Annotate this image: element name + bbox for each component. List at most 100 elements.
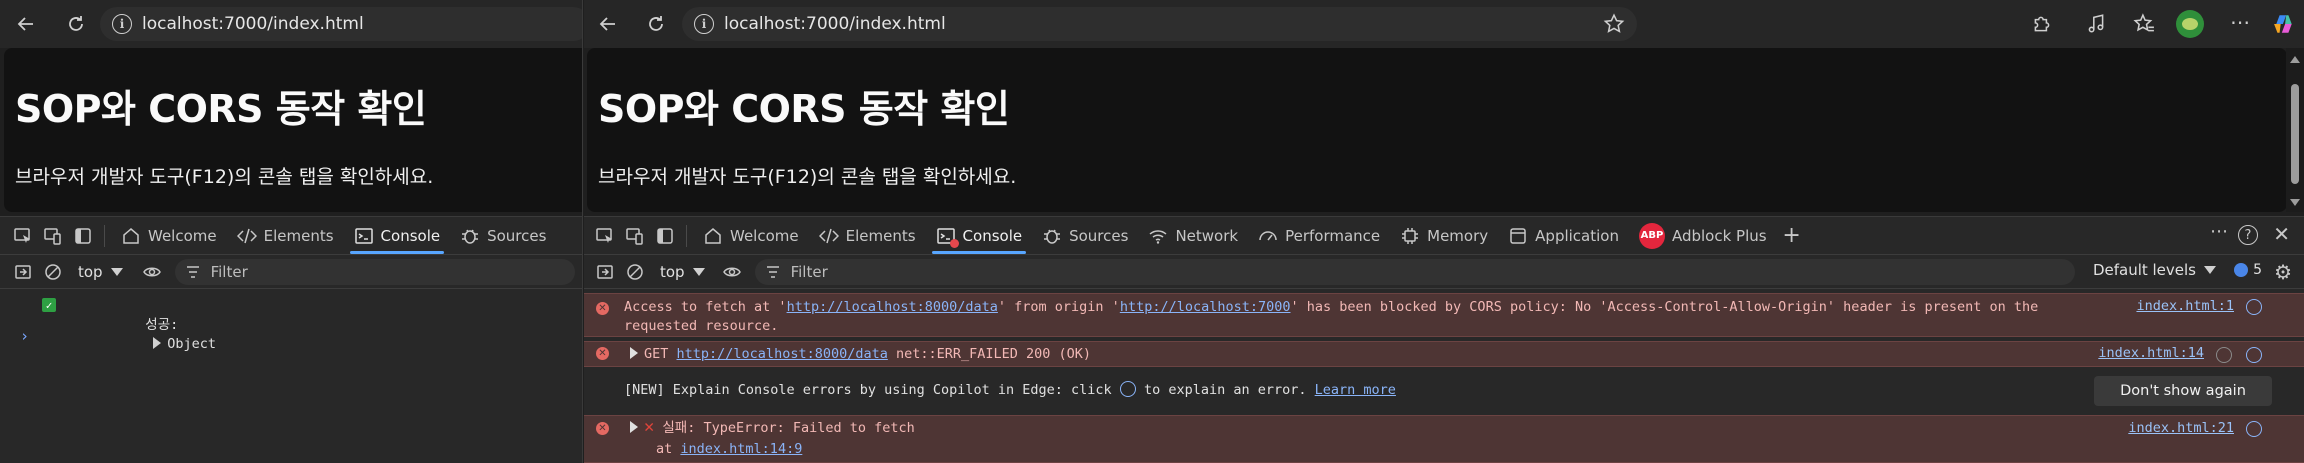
context-selector[interactable]: top xyxy=(654,260,711,284)
origin-url-link[interactable]: http://localhost:7000 xyxy=(1120,299,1291,315)
page-heading: SOP와 CORS 동작 확인 xyxy=(15,87,427,131)
live-expression-button[interactable] xyxy=(137,257,167,287)
clear-console-button[interactable] xyxy=(38,257,68,287)
chip-icon xyxy=(1402,227,1419,244)
expand-triangle-icon[interactable] xyxy=(153,337,162,349)
chevron-down-icon xyxy=(2204,266,2216,274)
profile-avatar[interactable] xyxy=(2176,10,2204,38)
page-scrollbar[interactable] xyxy=(2286,48,2304,212)
tab-label: Adblock Plus xyxy=(1671,226,1767,245)
tab-welcome[interactable]: Welcome xyxy=(693,217,809,255)
tab-memory[interactable]: Memory xyxy=(1390,217,1498,255)
source-link[interactable]: index.html:21 xyxy=(2128,420,2234,436)
close-devtools-button[interactable]: ✕ xyxy=(2273,222,2290,246)
issues-icon xyxy=(2234,263,2249,277)
back-button[interactable] xyxy=(8,6,44,42)
refresh-icon xyxy=(69,16,83,31)
chevron-down-icon xyxy=(110,267,123,276)
address-bar[interactable]: i localhost:7000/index.html xyxy=(682,7,1637,41)
device-icon xyxy=(626,227,643,245)
learn-more-link[interactable]: Learn more xyxy=(1315,382,1396,398)
dock-button[interactable] xyxy=(68,221,98,251)
filter-placeholder: Filter xyxy=(790,262,828,281)
copilot-explain-icon[interactable] xyxy=(2246,299,2262,315)
ellipsis-icon: ⋯ xyxy=(2230,10,2250,34)
refresh-button[interactable] xyxy=(58,6,94,42)
expand-triangle-icon[interactable] xyxy=(630,347,638,359)
stack-frame-link[interactable]: index.html:14:9 xyxy=(680,441,802,457)
favorites-button[interactable] xyxy=(2132,12,2156,36)
tab-sources[interactable]: Sources xyxy=(1032,217,1138,255)
tab-network[interactable]: Network xyxy=(1138,217,1248,255)
issues-counter[interactable]: 5 xyxy=(2234,262,2262,278)
dont-show-again-button[interactable]: Don't show again xyxy=(2094,376,2272,406)
console-sidebar-button[interactable] xyxy=(590,257,620,287)
refresh-button[interactable] xyxy=(638,6,674,42)
browser-window-left: i localhost:7000/index.html SOP와 CORS 동작… xyxy=(0,0,583,463)
scroll-down-icon[interactable] xyxy=(2290,199,2300,206)
copilot-explain-icon[interactable] xyxy=(2246,421,2262,437)
copilot-explain-icon[interactable] xyxy=(2246,347,2262,363)
tab-performance[interactable]: Performance xyxy=(1248,217,1390,255)
scroll-thumb[interactable] xyxy=(2291,84,2299,184)
console-sidebar-button[interactable] xyxy=(8,257,38,287)
request-url-link[interactable]: http://localhost:8000/data xyxy=(677,346,888,362)
console-settings-button[interactable]: ⚙ xyxy=(2274,260,2292,284)
media-button[interactable] xyxy=(2084,12,2108,36)
tab-console[interactable]: Console xyxy=(344,217,451,255)
console-prompt-icon[interactable]: › xyxy=(20,327,29,345)
tab-elements[interactable]: Elements xyxy=(809,217,926,255)
filter-input[interactable]: Filter xyxy=(754,258,2075,285)
more-menu-button[interactable]: ⋯ xyxy=(2228,10,2252,34)
source-link[interactable]: index.html:1 xyxy=(2136,298,2234,314)
tab-elements[interactable]: Elements xyxy=(227,217,344,255)
console-icon-wrap xyxy=(936,226,959,248)
tab-sources[interactable]: Sources xyxy=(450,217,556,255)
clear-console-button[interactable] xyxy=(620,257,650,287)
filter-input[interactable]: Filter xyxy=(174,258,575,285)
address-text: localhost:7000/index.html xyxy=(724,14,946,34)
log-levels-dropdown[interactable]: Default levels xyxy=(2093,261,2216,279)
back-button[interactable] xyxy=(590,6,626,42)
site-info-icon[interactable]: i xyxy=(112,14,132,34)
console-error-typeerror: ✕ ✕ 실패: TypeError: Failed to fetch at in… xyxy=(584,415,2304,463)
check-icon: ✓ xyxy=(42,298,56,312)
customize-button[interactable]: ⋯ xyxy=(2210,221,2228,242)
site-info-icon[interactable]: i xyxy=(694,14,714,34)
dock-button[interactable] xyxy=(650,221,680,251)
scroll-up-icon[interactable] xyxy=(2290,56,2300,63)
inspect-icon xyxy=(596,227,612,243)
extensions-button[interactable] xyxy=(2030,12,2054,36)
tab-console[interactable]: Console xyxy=(926,217,1033,255)
inspect-button[interactable] xyxy=(8,221,38,251)
context-selector[interactable]: top xyxy=(72,260,129,284)
bug-icon xyxy=(1044,229,1061,244)
tab-label: Welcome xyxy=(730,226,799,245)
source-link[interactable]: index.html:14 xyxy=(2098,345,2204,361)
help-button[interactable]: ? xyxy=(2238,225,2258,245)
more-tabs-button[interactable]: + xyxy=(1777,221,1807,251)
star-icon[interactable] xyxy=(1603,13,1625,35)
home-icon xyxy=(123,227,139,244)
address-bar[interactable]: i localhost:7000/index.html xyxy=(100,7,582,41)
device-toolbar-button[interactable] xyxy=(38,221,68,251)
tab-application[interactable]: Application xyxy=(1498,217,1629,255)
code-icon xyxy=(236,228,257,243)
expand-triangle-icon[interactable] xyxy=(630,421,638,433)
tab-welcome[interactable]: Welcome xyxy=(111,217,227,255)
context-label: top xyxy=(78,262,103,281)
gauge-icon xyxy=(1259,230,1277,240)
copilot-button[interactable] xyxy=(2272,12,2296,36)
block-icon xyxy=(627,263,643,280)
device-toolbar-button[interactable] xyxy=(620,221,650,251)
tab-label: Elements xyxy=(263,226,334,245)
console-icon xyxy=(354,227,373,244)
error-url-link[interactable]: http://localhost:8000/data xyxy=(787,299,998,315)
success-object[interactable]: Object xyxy=(167,336,216,352)
sidebar-toggle-icon xyxy=(15,264,31,279)
live-expression-button[interactable] xyxy=(717,257,747,287)
network-icon[interactable] xyxy=(2216,347,2232,363)
tab-adblock-plus[interactable]: ABP Adblock Plus xyxy=(1629,217,1777,255)
arrow-left-icon xyxy=(599,17,615,31)
inspect-button[interactable] xyxy=(590,221,620,251)
